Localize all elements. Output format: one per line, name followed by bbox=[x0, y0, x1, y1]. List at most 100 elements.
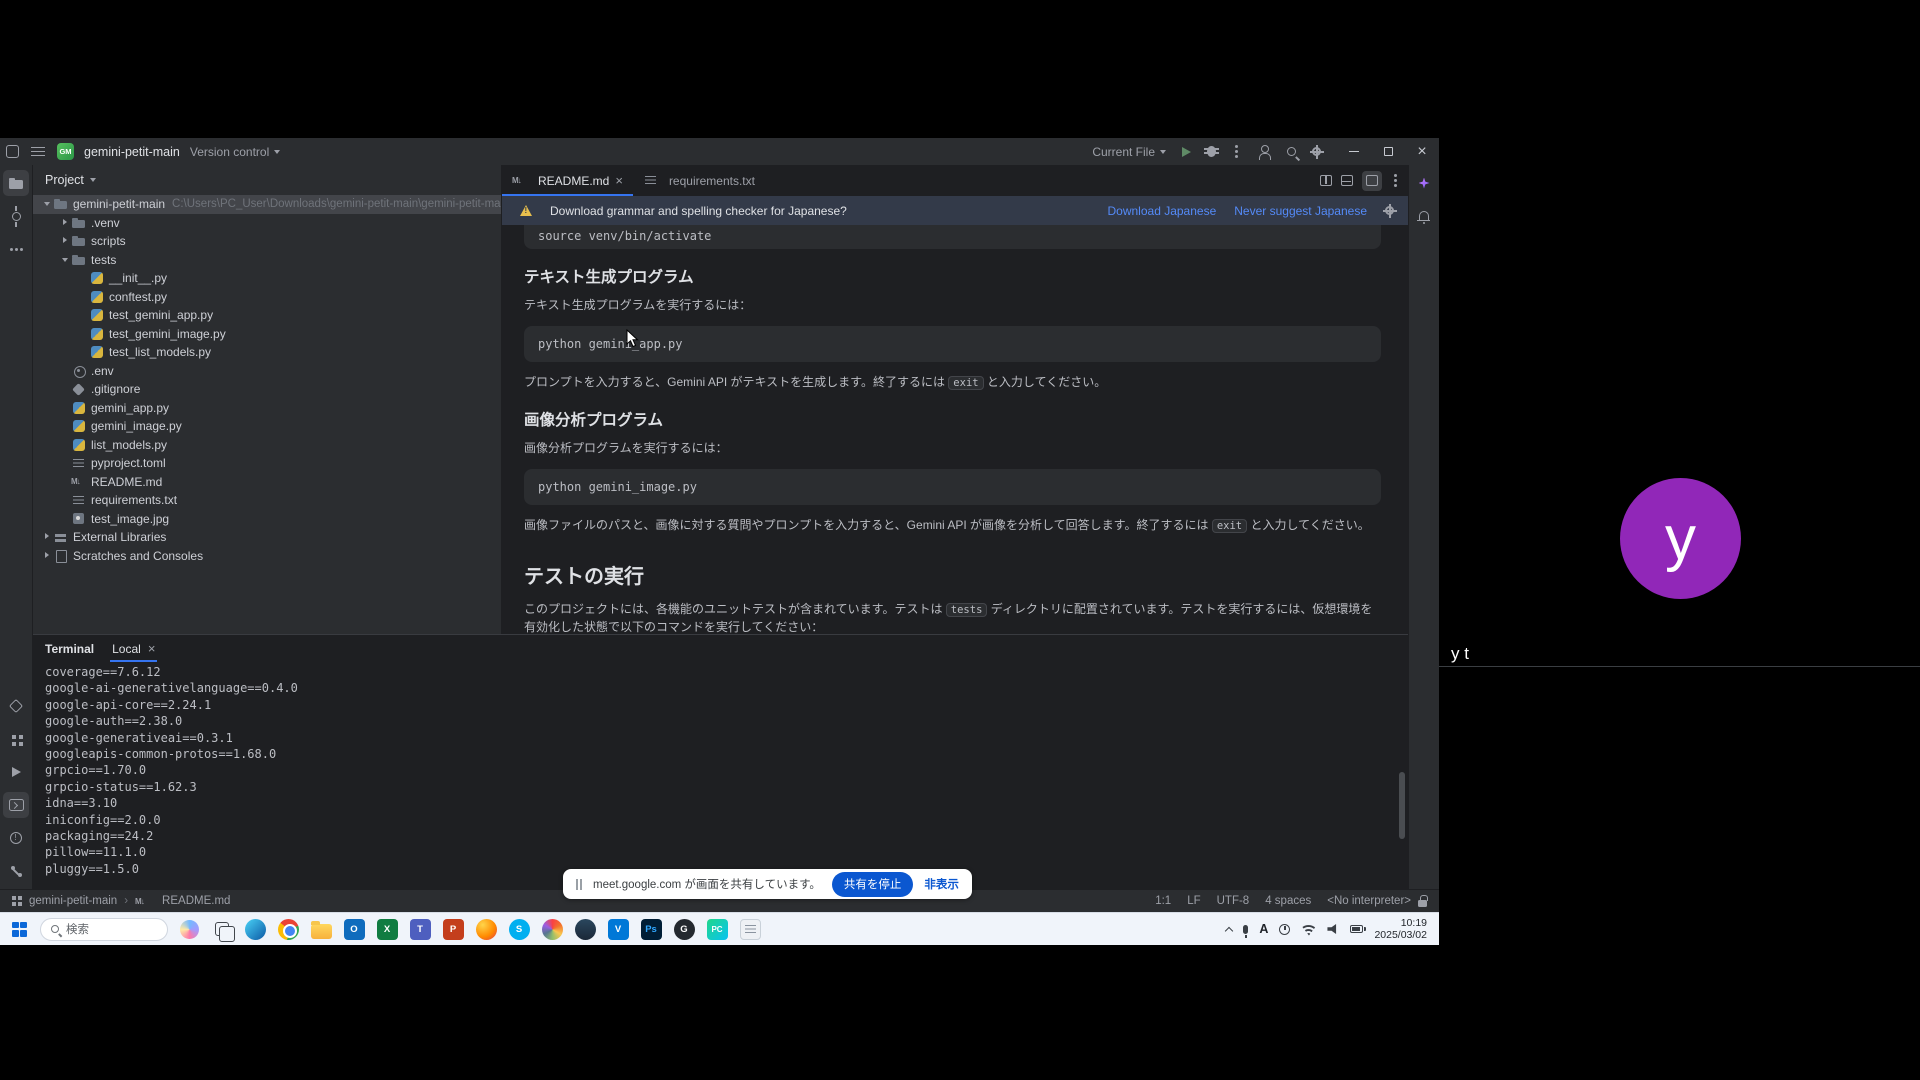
tree-expand-arrow[interactable] bbox=[61, 496, 71, 504]
vcs-widget[interactable]: Version control bbox=[190, 145, 280, 159]
search-everywhere-icon[interactable] bbox=[1287, 147, 1296, 156]
tree-expand-arrow[interactable] bbox=[61, 478, 71, 486]
tree-expand-arrow[interactable] bbox=[61, 219, 71, 227]
taskbar-app[interactable]: PC bbox=[705, 917, 729, 941]
taskbar-app[interactable] bbox=[573, 917, 597, 941]
project-tree-row[interactable]: conftest.py bbox=[33, 288, 501, 307]
split-editor-icon[interactable] bbox=[1320, 175, 1332, 186]
main-menu-icon[interactable] bbox=[31, 151, 45, 153]
tree-expand-arrow[interactable] bbox=[61, 237, 71, 245]
tree-expand-arrow[interactable] bbox=[61, 441, 71, 449]
problems-toolwindow-button[interactable] bbox=[3, 825, 29, 851]
run-button[interactable] bbox=[1182, 147, 1191, 157]
tree-expand-arrow[interactable] bbox=[61, 385, 71, 393]
tree-expand-arrow[interactable] bbox=[79, 293, 89, 301]
tree-expand-arrow[interactable] bbox=[43, 200, 53, 208]
tree-expand-arrow[interactable] bbox=[61, 256, 71, 264]
breadcrumb-file[interactable]: README.md bbox=[162, 895, 230, 907]
project-tree-row[interactable]: .gitignore bbox=[33, 380, 501, 399]
close-tab-icon[interactable] bbox=[615, 173, 623, 188]
notifications-button[interactable] bbox=[1411, 203, 1437, 229]
hide-button[interactable]: 非表示 bbox=[924, 876, 959, 892]
maximize-button[interactable] bbox=[1371, 138, 1405, 165]
project-tree-row[interactable]: gemini-petit-main C:\Users\PC_User\Downl… bbox=[33, 195, 501, 214]
project-tree-row[interactable]: Scratches and Consoles bbox=[33, 547, 501, 566]
project-tree-row[interactable]: __init__.py bbox=[33, 269, 501, 288]
project-badge[interactable]: GM bbox=[57, 143, 74, 160]
status-item[interactable]: 4 spaces bbox=[1265, 895, 1311, 907]
project-tree-row[interactable]: test_list_models.py bbox=[33, 343, 501, 362]
tree-expand-arrow[interactable] bbox=[79, 274, 89, 282]
tree-expand-arrow[interactable] bbox=[61, 404, 71, 412]
project-tree-row[interactable]: tests bbox=[33, 251, 501, 270]
tree-expand-arrow[interactable] bbox=[61, 515, 71, 523]
close-button[interactable] bbox=[1405, 138, 1439, 165]
wifi-icon[interactable] bbox=[1301, 923, 1316, 936]
tree-expand-arrow[interactable] bbox=[79, 348, 89, 356]
project-tree-row[interactable]: gemini_app.py bbox=[33, 399, 501, 418]
tree-expand-arrow[interactable] bbox=[61, 422, 71, 430]
project-toolwindow-header[interactable]: Project bbox=[33, 165, 501, 195]
taskbar-app[interactable] bbox=[738, 917, 762, 941]
drag-handle-icon[interactable] bbox=[576, 879, 578, 890]
terminal-scrollbar[interactable] bbox=[1399, 772, 1405, 839]
more-tool-windows-button[interactable] bbox=[3, 236, 29, 262]
tree-expand-arrow[interactable] bbox=[61, 367, 71, 375]
project-tree-row[interactable]: scripts bbox=[33, 232, 501, 251]
run-config-widget[interactable]: Current File bbox=[1092, 145, 1166, 159]
taskbar-app[interactable] bbox=[474, 917, 498, 941]
stop-share-button[interactable]: 共有を停止 bbox=[832, 872, 914, 897]
minimize-button[interactable] bbox=[1337, 138, 1371, 165]
terminal-output[interactable]: coverage==7.6.12google-ai-generativelang… bbox=[33, 662, 1408, 889]
run-toolwindow-button[interactable] bbox=[3, 759, 29, 785]
download-japanese-link[interactable]: Download Japanese bbox=[1108, 204, 1217, 218]
ai-assistant-button[interactable] bbox=[1411, 170, 1437, 196]
project-tree-row[interactable]: README.md bbox=[33, 473, 501, 492]
project-tree-row[interactable]: pyproject.toml bbox=[33, 454, 501, 473]
terminal-toolwindow-button[interactable] bbox=[3, 792, 29, 818]
status-item[interactable]: <No interpreter> bbox=[1327, 895, 1411, 907]
status-item[interactable]: 1:1 bbox=[1155, 895, 1171, 907]
tray-overflow-icon[interactable] bbox=[1225, 926, 1233, 934]
project-toolwindow-button[interactable] bbox=[3, 170, 29, 196]
taskbar-app[interactable] bbox=[243, 917, 267, 941]
toolwindow-grid-icon[interactable] bbox=[12, 896, 16, 900]
task-view-button[interactable] bbox=[210, 917, 234, 941]
taskbar-app[interactable] bbox=[540, 917, 564, 941]
tree-expand-arrow[interactable] bbox=[61, 459, 71, 467]
taskbar-app[interactable]: O bbox=[342, 917, 366, 941]
debug-button[interactable] bbox=[1207, 146, 1216, 157]
project-tree-row[interactable]: requirements.txt bbox=[33, 491, 501, 510]
tree-expand-arrow[interactable] bbox=[79, 330, 89, 338]
lock-icon[interactable] bbox=[1418, 900, 1427, 907]
microphone-icon[interactable] bbox=[1243, 925, 1248, 934]
battery-icon[interactable] bbox=[1350, 925, 1363, 933]
project-tree-row[interactable]: External Libraries bbox=[33, 528, 501, 547]
project-tree-row[interactable]: gemini_image.py bbox=[33, 417, 501, 436]
more-actions-icon[interactable] bbox=[1235, 150, 1238, 153]
terminal-tab-local[interactable]: Local bbox=[110, 635, 157, 662]
taskbar-app[interactable]: V bbox=[606, 917, 630, 941]
taskbar-app[interactable]: S bbox=[507, 917, 531, 941]
tab-requirements[interactable]: requirements.txt bbox=[633, 165, 765, 196]
project-tree-row[interactable]: .env bbox=[33, 362, 501, 381]
tree-expand-arrow[interactable] bbox=[43, 552, 53, 560]
editor-layout-button[interactable] bbox=[1362, 171, 1382, 191]
tree-expand-arrow[interactable] bbox=[79, 311, 89, 319]
project-tree-row[interactable]: test_gemini_app.py bbox=[33, 306, 501, 325]
project-tree-row[interactable]: test_gemini_image.py bbox=[33, 325, 501, 344]
project-tree-row[interactable]: .venv bbox=[33, 214, 501, 233]
project-name-widget[interactable]: gemini-petit-main bbox=[84, 145, 180, 159]
taskbar-app[interactable] bbox=[309, 917, 333, 941]
volume-icon[interactable] bbox=[1327, 924, 1339, 934]
status-item[interactable]: LF bbox=[1187, 895, 1200, 907]
taskbar-app[interactable]: Ps bbox=[639, 917, 663, 941]
never-suggest-link[interactable]: Never suggest Japanese bbox=[1234, 204, 1367, 218]
taskbar-search[interactable]: 検索 bbox=[40, 918, 168, 941]
project-tree-row[interactable]: list_models.py bbox=[33, 436, 501, 455]
copilot-button[interactable] bbox=[177, 917, 201, 941]
taskbar-app[interactable] bbox=[276, 917, 300, 941]
services-button[interactable] bbox=[3, 726, 29, 752]
taskbar-app[interactable]: T bbox=[408, 917, 432, 941]
commit-toolwindow-button[interactable] bbox=[3, 203, 29, 229]
